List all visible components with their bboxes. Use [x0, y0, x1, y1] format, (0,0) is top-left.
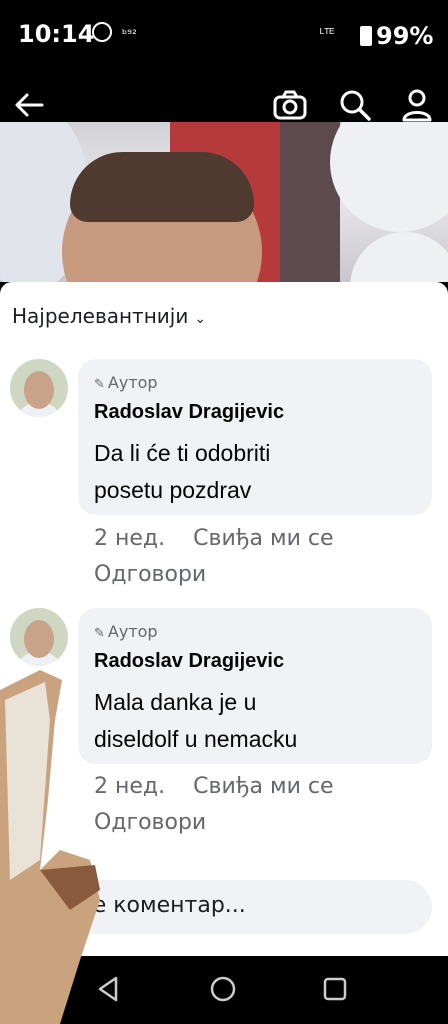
pencil-icon: ✎ [94, 377, 105, 392]
chevron-down-icon: ⌄ [194, 311, 207, 327]
comment-input[interactable]: есите коментар... [18, 880, 432, 934]
comment-line: Mala danka je u [94, 689, 257, 715]
comment-time[interactable]: 2 нед. [94, 774, 165, 799]
nav-recents-icon[interactable] [320, 974, 350, 1004]
nav-back-icon[interactable] [94, 974, 124, 1004]
avatar-face [24, 620, 54, 658]
camera-icon[interactable] [272, 88, 308, 122]
comment-line: posetu pozdrav [94, 477, 252, 503]
comment-text: Da li će ti odobriti posetu pozdrav [94, 435, 394, 509]
author-badge: ✎ Аутор [94, 622, 158, 641]
comment-text: Mala danka je u diseldolf u nemacku [94, 684, 394, 758]
like-button[interactable]: Свиђа ми се [193, 526, 333, 551]
author-badge: ✎ Аутор [94, 373, 158, 392]
status-time: 10:14 [18, 20, 95, 48]
comment-meta: 2 нед. Свиђа ми се [94, 774, 362, 799]
comment-line: diseldolf u nemacku [94, 726, 298, 752]
comment-time[interactable]: 2 нед. [94, 526, 165, 551]
battery-icon [360, 26, 372, 46]
battery-percent: 99% [376, 22, 434, 50]
comment-input-placeholder: есите коментар... [40, 893, 246, 918]
avatar[interactable] [10, 608, 68, 666]
back-arrow-icon[interactable] [12, 88, 46, 122]
post-photo-header [0, 72, 448, 282]
sort-label: Најрелевантнији [12, 304, 189, 328]
like-button[interactable]: Свиђа ми се [193, 774, 333, 799]
pencil-icon: ✎ [94, 626, 105, 641]
search-icon[interactable] [338, 88, 372, 122]
photo-balloon [350, 232, 448, 282]
reply-button[interactable]: Одговори [94, 562, 206, 587]
toolbar [0, 72, 448, 122]
lte-signal-label: ᴸᵀᴱ [320, 26, 335, 40]
status-bar: 10:14 ᵇ⁹² ᴸᵀᴱ 99% [0, 0, 448, 72]
system-nav-bar [0, 956, 448, 1024]
comment-bubble[interactable]: ✎ Аутор Radoslav Dragijevic Mala danka je… [78, 608, 432, 764]
profile-icon[interactable] [400, 88, 434, 122]
network-label: ᵇ⁹² [122, 27, 137, 41]
commenter-name[interactable]: Radoslav Dragijevic [94, 650, 284, 673]
avatar[interactable] [10, 359, 68, 417]
comments-sheet: Најрелевантнији ⌄ ✎ Аутор Radoslav Dragije… [0, 282, 448, 956]
author-badge-label: Аутор [107, 373, 158, 392]
commenter-name[interactable]: Radoslav Dragijevic [94, 401, 284, 424]
reply-button[interactable]: Одговори [94, 810, 206, 835]
sort-dropdown[interactable]: Најрелевантнији ⌄ [12, 304, 206, 328]
avatar-face [24, 371, 54, 409]
nav-home-icon[interactable] [208, 974, 238, 1004]
whatsapp-icon [92, 22, 112, 42]
comment-bubble[interactable]: ✎ Аутор Radoslav Dragijevic Da li će ti o… [78, 359, 432, 515]
comment-line: Da li će ti odobriti [94, 440, 271, 466]
author-badge-label: Аутор [107, 622, 158, 641]
comment-meta: 2 нед. Свиђа ми се [94, 526, 362, 551]
photo-hair [70, 152, 254, 222]
